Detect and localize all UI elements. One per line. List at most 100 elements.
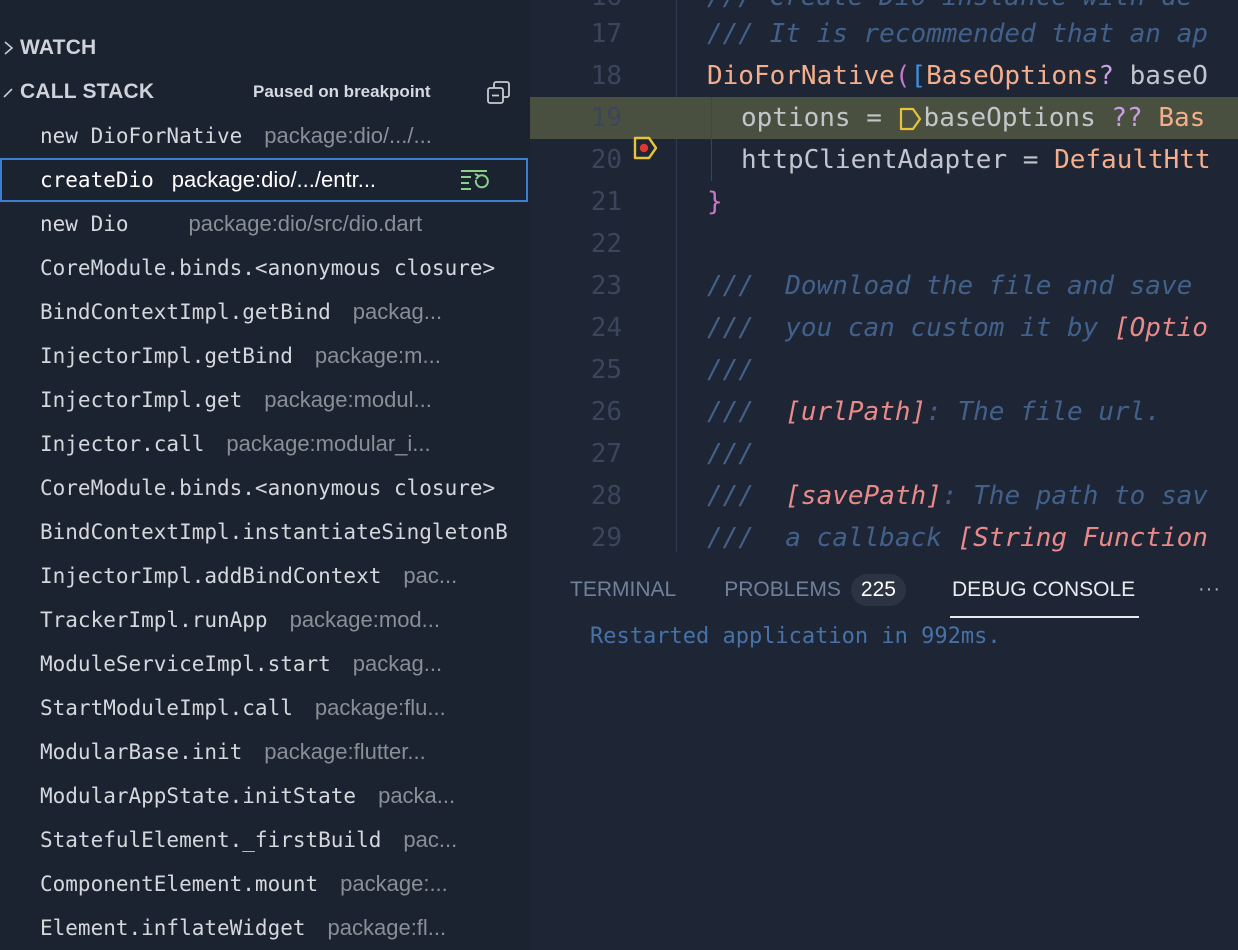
assignment: httpClientAdapter = (741, 145, 1055, 175)
stack-frame[interactable]: ModuleServiceImpl.start packag... (0, 642, 528, 686)
code-text: /// It is recommended that an ap (707, 19, 1208, 49)
stack-frame[interactable]: BindContextImpl.instantiateSingletonB (0, 510, 528, 554)
doc-reference: [savePath] (785, 481, 942, 511)
frame-name: InjectorImpl.addBindContext (40, 564, 382, 588)
stack-frame[interactable]: InjectorImpl.addBindContext pac... (0, 554, 528, 598)
stack-frame[interactable]: new DioForNative package:dio/.../... (0, 114, 528, 158)
frame-source: package:dio/.../entr... (171, 167, 377, 192)
code-text: DioForNative([BaseOptions? baseO (707, 61, 1208, 91)
doc-comment: /// (707, 397, 786, 427)
code-line[interactable]: 23 /// Download the file and save (530, 265, 1238, 307)
stack-frame[interactable]: ModularAppState.initState packa... (0, 774, 528, 818)
problems-count-badge: 225 (850, 574, 906, 606)
tab-terminal[interactable]: TERMINAL (570, 570, 676, 610)
variable: baseOptions (923, 103, 1112, 133)
type-name: Bas (1142, 103, 1206, 133)
tab-label: PROBLEMS (724, 578, 841, 601)
stack-frame[interactable]: TrackerImpl.runApp package:mod... (0, 598, 528, 642)
code-line[interactable]: 17 /// It is recommended that an ap (530, 13, 1238, 55)
stack-frame-selected[interactable]: createDio package:dio/.../entr... (0, 158, 528, 202)
stack-frame[interactable]: CoreModule.binds.<anonymous closure> (0, 246, 528, 290)
stack-frame[interactable]: CoreModule.binds.<anonymous closure> (0, 466, 528, 510)
frame-name: createDio (40, 168, 154, 192)
code-text: /// (707, 355, 754, 385)
frame-source: package:m... (314, 343, 441, 368)
doc-comment: /// you can custom it by (707, 313, 1114, 343)
tab-debug-console[interactable]: DEBUG CONSOLE (949, 570, 1140, 618)
tab-label: DEBUG CONSOLE (951, 578, 1136, 601)
code-line[interactable]: 21 } (530, 181, 1238, 223)
paren: ( (894, 61, 911, 91)
bracket: [ (910, 61, 927, 91)
stack-frame[interactable]: Injector.call package:modular_i... (0, 422, 528, 466)
doc-comment: /// (707, 481, 786, 511)
more-actions-icon[interactable]: ··· (1198, 578, 1221, 601)
collapse-all-icon[interactable] (486, 80, 512, 106)
type-name: DefaultHtt (1054, 145, 1211, 175)
code-line[interactable]: 28 /// [savePath]: The path to sav (530, 475, 1238, 517)
code-line[interactable]: 27 /// (530, 433, 1238, 475)
code-text: options = baseOptions ?? Bas (741, 103, 1205, 133)
closing-brace: } (707, 187, 723, 217)
stack-frame[interactable]: InjectorImpl.getBind package:m... (0, 334, 528, 378)
code-text: /// (707, 439, 754, 469)
frame-source: packa... (378, 783, 456, 808)
call-stack-list: new DioForNative package:dio/.../... cre… (0, 114, 530, 950)
line-number: 17 (590, 19, 622, 49)
call-stack-section-header[interactable]: CALL STACK Paused on breakpoint (0, 77, 530, 107)
tab-problems[interactable]: PROBLEMS 225 (724, 570, 906, 610)
frame-name: new Dio (40, 212, 129, 236)
param-name: baseO (1114, 61, 1208, 91)
frame-source: package:dio/src/dio.dart (188, 211, 423, 236)
frame-name: Element.inflateWidget (40, 916, 306, 940)
stack-frame[interactable]: ComponentElement.mount package:... (0, 862, 528, 906)
code-text: /// Download the file and save (707, 271, 1193, 301)
code-line[interactable]: 18 DioForNative([BaseOptions? baseO (530, 55, 1238, 97)
call-stack-title: CALL STACK (20, 80, 155, 103)
stack-frame[interactable]: Element.inflateWidget package:fl... (0, 906, 528, 950)
doc-comment: : The file url. (926, 397, 1161, 427)
stack-frame[interactable]: new Dio package:dio/src/dio.dart (0, 202, 528, 246)
stack-frame[interactable]: ModularBase.init package:flutter... (0, 730, 528, 774)
doc-reference: [Optio (1114, 313, 1208, 343)
frame-name: TrackerImpl.runApp (40, 608, 268, 632)
tab-label: TERMINAL (570, 578, 677, 601)
code-text: /// a callback [String Function (707, 523, 1208, 552)
code-line[interactable]: 22 (530, 223, 1238, 265)
stack-frame[interactable]: StatefulElement._firstBuild pac... (0, 818, 528, 862)
doc-comment: : The path to sav (941, 481, 1208, 511)
frame-name: StartModuleImpl.call (40, 696, 293, 720)
code-line[interactable]: 26 /// [urlPath]: The file url. (530, 391, 1238, 433)
frame-source: package:modular_i... (226, 431, 431, 456)
frame-name: InjectorImpl.get (40, 388, 243, 412)
code-line[interactable]: 25 /// (530, 349, 1238, 391)
code-text: /// Create Dio instance with de (707, 0, 1192, 12)
debug-sidebar: WATCH CALL STACK Paused on breakpoint ne… (0, 0, 530, 950)
code-line[interactable]: 20 httpClientAdapter = DefaultHtt (530, 139, 1238, 181)
restart-frame-icon[interactable] (459, 168, 491, 192)
frame-name: StatefulElement._firstBuild (40, 828, 382, 852)
current-execution-line[interactable]: 19 options = baseOptions ?? Bas (530, 97, 1238, 160)
line-number: 16 (570, 0, 622, 12)
line-number: 28 (590, 481, 622, 511)
stack-frame[interactable]: StartModuleImpl.call package:flu... (0, 686, 528, 730)
frame-name: CoreModule.binds.<anonymous closure> (40, 256, 496, 280)
nullable-op: ? (1098, 61, 1114, 91)
doc-reference: [urlPath] (785, 397, 927, 427)
class-name: DioForNative (707, 61, 895, 91)
breakpoint-stopped-icon[interactable] (538, 105, 658, 160)
frame-source: package:mod... (289, 607, 441, 632)
line-number: 21 (590, 187, 622, 217)
inline-breakpoint-icon[interactable] (898, 105, 924, 133)
watch-section-header[interactable]: WATCH (0, 33, 530, 63)
stack-frame[interactable]: InjectorImpl.get package:modul... (0, 378, 528, 422)
paused-status: Paused on breakpoint (253, 82, 431, 101)
frame-name: Injector.call (40, 432, 205, 456)
frame-name: ModularAppState.initState (40, 784, 357, 808)
code-text: /// [urlPath]: The file url. (707, 397, 1161, 427)
bottom-panel: TERMINAL PROBLEMS 225 DEBUG CONSOLE ··· … (530, 552, 1238, 950)
code-editor[interactable]: 16 /// Create Dio instance with de 17 //… (530, 0, 1238, 552)
stack-frame[interactable]: BindContextImpl.getBind packag... (0, 290, 528, 334)
code-line[interactable]: 29 /// a callback [String Function (530, 517, 1238, 552)
code-line[interactable]: 24 /// you can custom it by [Optio (530, 307, 1238, 349)
